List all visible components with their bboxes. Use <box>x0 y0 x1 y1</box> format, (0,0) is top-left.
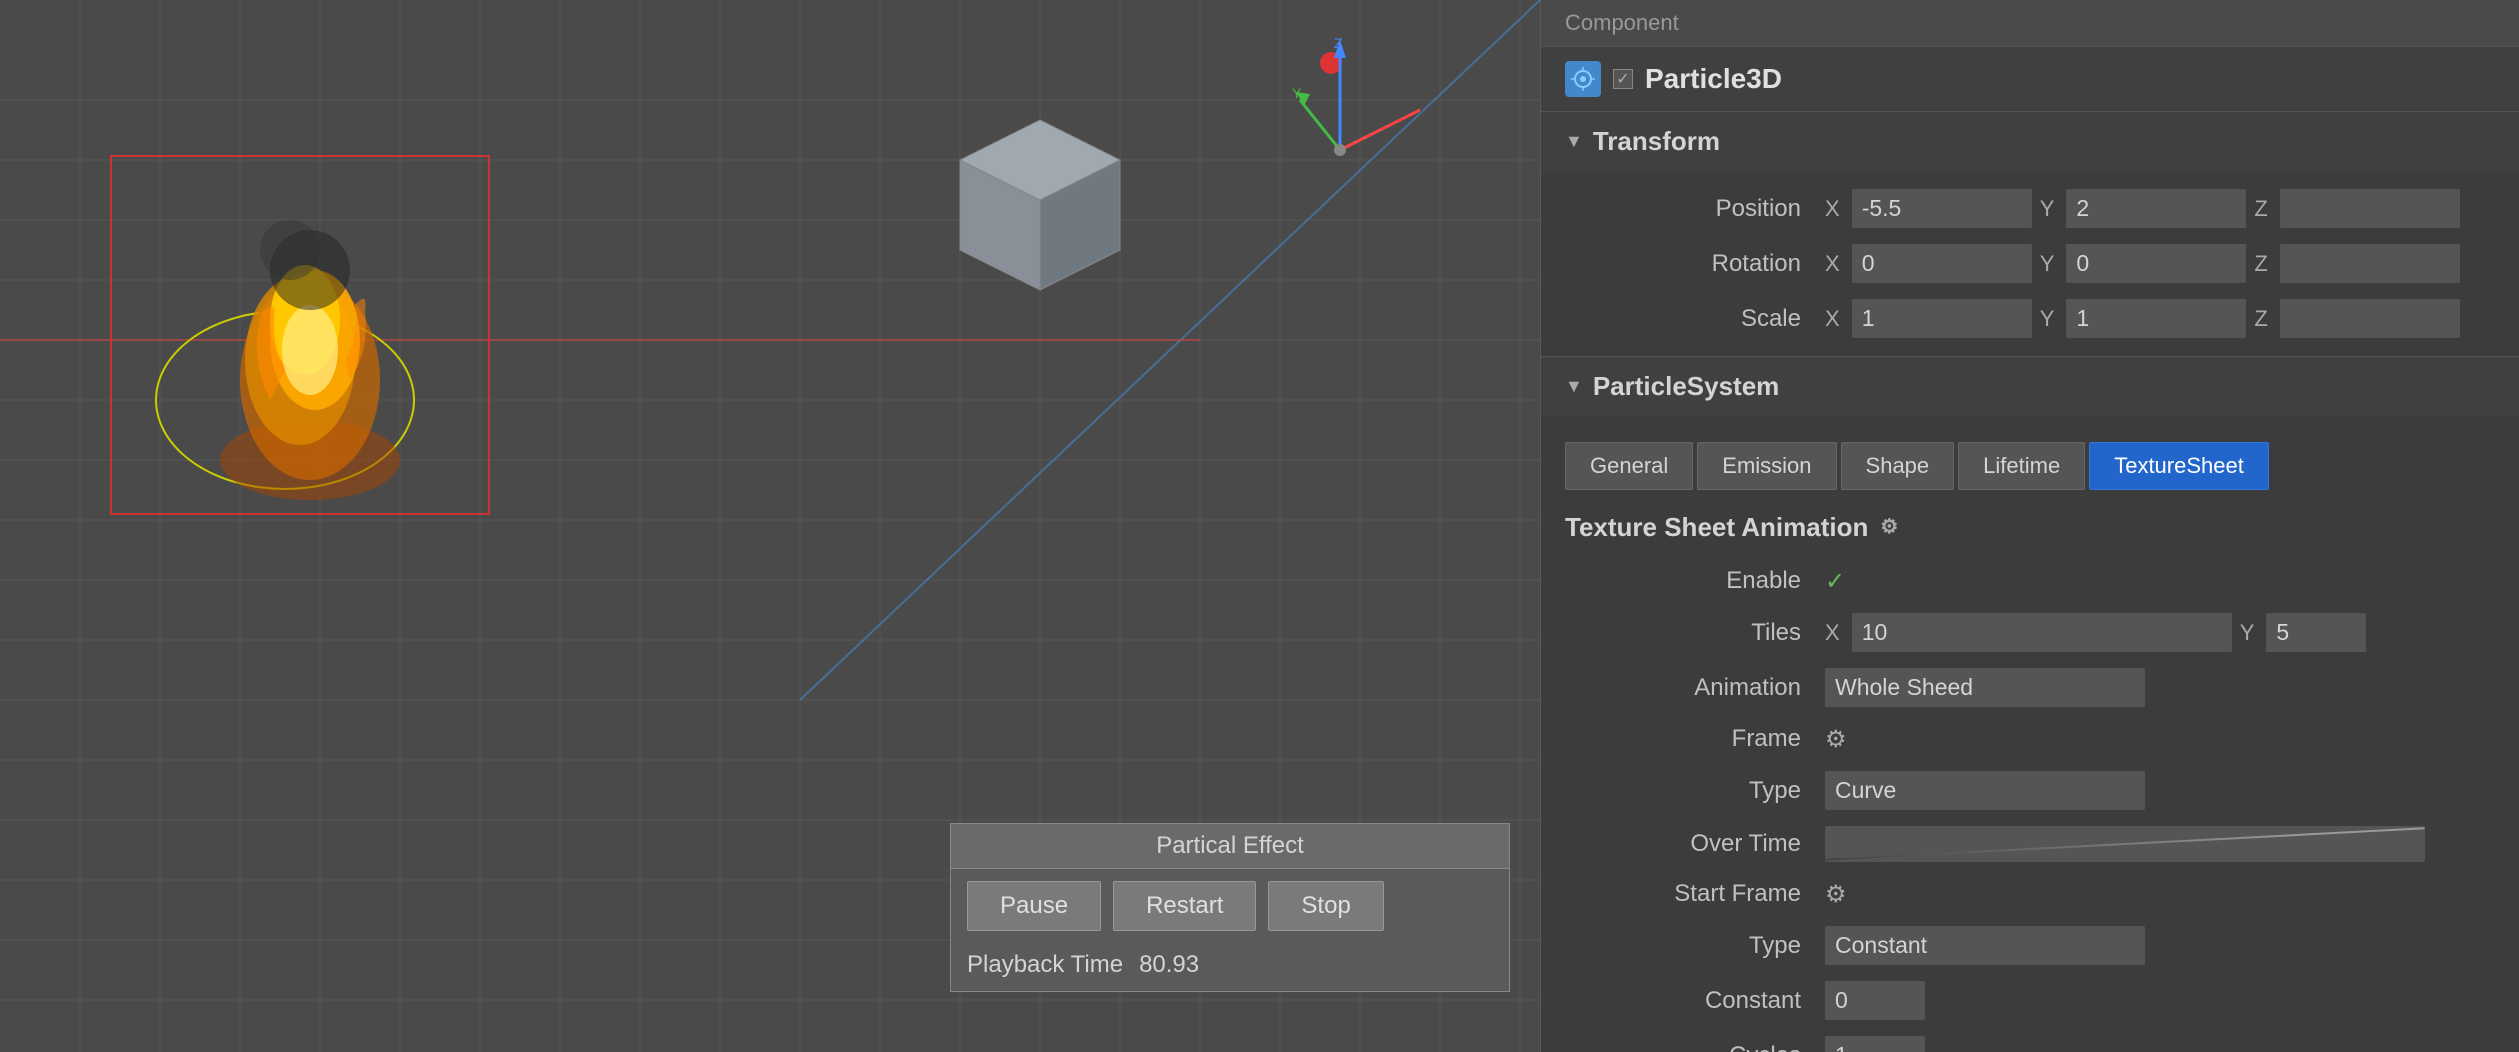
scale-label: Scale <box>1565 305 1825 333</box>
component-header: Component <box>1541 0 2519 47</box>
frame-type-input[interactable] <box>1825 771 2145 810</box>
inspector-panel: Component ✓ Particle3D ▼ Transform P <box>1540 0 2519 1052</box>
ps-arrow: ▼ <box>1565 376 1583 397</box>
ts-label: Texture Sheet Animation <box>1565 512 1868 543</box>
scale-row: Scale X Y Z <box>1541 291 2519 346</box>
start-frame-row: Start Frame ⚙ <box>1541 870 2519 918</box>
svg-text:Z: Z <box>1334 35 1343 51</box>
sf-type-input[interactable] <box>1825 926 2145 965</box>
start-frame-gear-icon: ⚙ <box>1825 880 1847 909</box>
tiles-x-input[interactable] <box>1852 613 2232 652</box>
ts-header: Texture Sheet Animation ⚙ <box>1541 498 2519 557</box>
tab-texturesheet[interactable]: TextureSheet <box>2089 442 2269 490</box>
stop-button[interactable]: Stop <box>1268 881 1383 931</box>
ps-tabs: General Emission Shape Lifetime TextureS… <box>1541 426 2519 498</box>
sf-type-row: Type <box>1541 918 2519 973</box>
tab-emission[interactable]: Emission <box>1697 442 1836 490</box>
cycles-input[interactable] <box>1825 1036 1925 1052</box>
playback-label: Playback Time <box>967 951 1123 979</box>
control-panel: Partical Effect Pause Restart Stop Playb… <box>950 823 1510 992</box>
pause-button[interactable]: Pause <box>967 881 1101 931</box>
tab-general[interactable]: General <box>1565 442 1693 490</box>
scale-y-label: Y <box>2040 306 2055 332</box>
particle-system-section: ▼ ParticleSystem General Emission Shape … <box>1541 357 2519 1052</box>
rotation-row: Rotation X Y Z <box>1541 236 2519 291</box>
viewport: Z X Y Partical Effect Pause Restart Stop… <box>0 0 1540 1052</box>
rot-y-input[interactable] <box>2066 244 2246 283</box>
particle-fire <box>170 180 450 520</box>
tiles-y-input[interactable] <box>2266 613 2366 652</box>
sf-type-label: Type <box>1565 932 1825 960</box>
rot-x-input[interactable] <box>1852 244 2032 283</box>
enable-row: Enable ✓ <box>1541 557 2519 605</box>
particle3d-header: ✓ Particle3D <box>1541 47 2519 112</box>
cube-3d <box>950 100 1130 300</box>
control-panel-title: Partical Effect <box>951 824 1509 869</box>
scale-x-label: X <box>1825 306 1840 332</box>
rot-x-label: X <box>1825 251 1840 277</box>
transform-arrow: ▼ <box>1565 131 1583 152</box>
svg-text:Y: Y <box>1292 85 1302 101</box>
frame-row: Frame ⚙ <box>1541 715 2519 763</box>
constant-label: Constant <box>1565 987 1825 1015</box>
rot-z-label: Z <box>2254 251 2267 277</box>
tab-shape[interactable]: Shape <box>1841 442 1955 490</box>
frame-gear-icon: ⚙ <box>1825 725 1847 754</box>
position-label: Position <box>1565 195 1825 223</box>
position-row: Position X Y Z <box>1541 181 2519 236</box>
frame-label: Frame <box>1565 725 1825 753</box>
constant-row: Constant <box>1541 973 2519 1028</box>
rot-z-input[interactable] <box>2280 244 2460 283</box>
over-time-label: Over Time <box>1565 830 1825 858</box>
scale-z-input[interactable] <box>2280 299 2460 338</box>
gear-icon[interactable]: ⚙ <box>1880 514 1908 542</box>
animation-input[interactable] <box>1825 668 2145 707</box>
particle3d-label: Particle3D <box>1645 63 1782 95</box>
scale-y-input[interactable] <box>2066 299 2246 338</box>
constant-input[interactable] <box>1825 981 1925 1020</box>
ps-label: ParticleSystem <box>1593 371 1779 402</box>
transform-section: ▼ Transform Position X Y Z Rotation <box>1541 112 2519 357</box>
restart-button[interactable]: Restart <box>1113 881 1256 931</box>
enable-label: Enable <box>1565 567 1825 595</box>
animation-row: Animation <box>1541 660 2519 715</box>
curve-bar[interactable] <box>1825 826 2425 862</box>
pos-z-input[interactable] <box>2280 189 2460 228</box>
pos-y-label: Y <box>2040 196 2055 222</box>
transform-section-header[interactable]: ▼ Transform <box>1541 112 2519 171</box>
animation-label: Animation <box>1565 674 1825 702</box>
enable-checkmark[interactable]: ✓ <box>1825 567 1845 596</box>
cycles-row: Cycles <box>1541 1028 2519 1052</box>
transform-gizmo: Z X Y <box>1290 30 1420 180</box>
playback-value: 80.93 <box>1139 951 1199 979</box>
scale-x-input[interactable] <box>1852 299 2032 338</box>
tab-lifetime[interactable]: Lifetime <box>1958 442 2085 490</box>
tiles-x-label: X <box>1825 620 1840 646</box>
cycles-label: Cycles <box>1565 1042 1825 1052</box>
particle3d-checkbox[interactable]: ✓ <box>1613 69 1633 89</box>
pos-z-label: Z <box>2254 196 2267 222</box>
tiles-label: Tiles <box>1565 619 1825 647</box>
over-time-row: Over Time <box>1541 818 2519 870</box>
rot-y-label: Y <box>2040 251 2055 277</box>
transform-label: Transform <box>1593 126 1720 157</box>
pos-x-input[interactable] <box>1852 189 2032 228</box>
rotation-label: Rotation <box>1565 250 1825 278</box>
tiles-y-label: Y <box>2240 620 2255 646</box>
tiles-row: Tiles X Y <box>1541 605 2519 660</box>
start-frame-label: Start Frame <box>1565 880 1825 908</box>
frame-type-row: Type <box>1541 763 2519 818</box>
frame-type-label: Type <box>1565 777 1825 805</box>
particle3d-icon <box>1565 61 1601 97</box>
ps-section-header[interactable]: ▼ ParticleSystem <box>1541 357 2519 416</box>
curve-line <box>1825 827 2424 860</box>
scale-z-label: Z <box>2254 306 2267 332</box>
pos-x-label: X <box>1825 196 1840 222</box>
pos-y-input[interactable] <box>2066 189 2246 228</box>
